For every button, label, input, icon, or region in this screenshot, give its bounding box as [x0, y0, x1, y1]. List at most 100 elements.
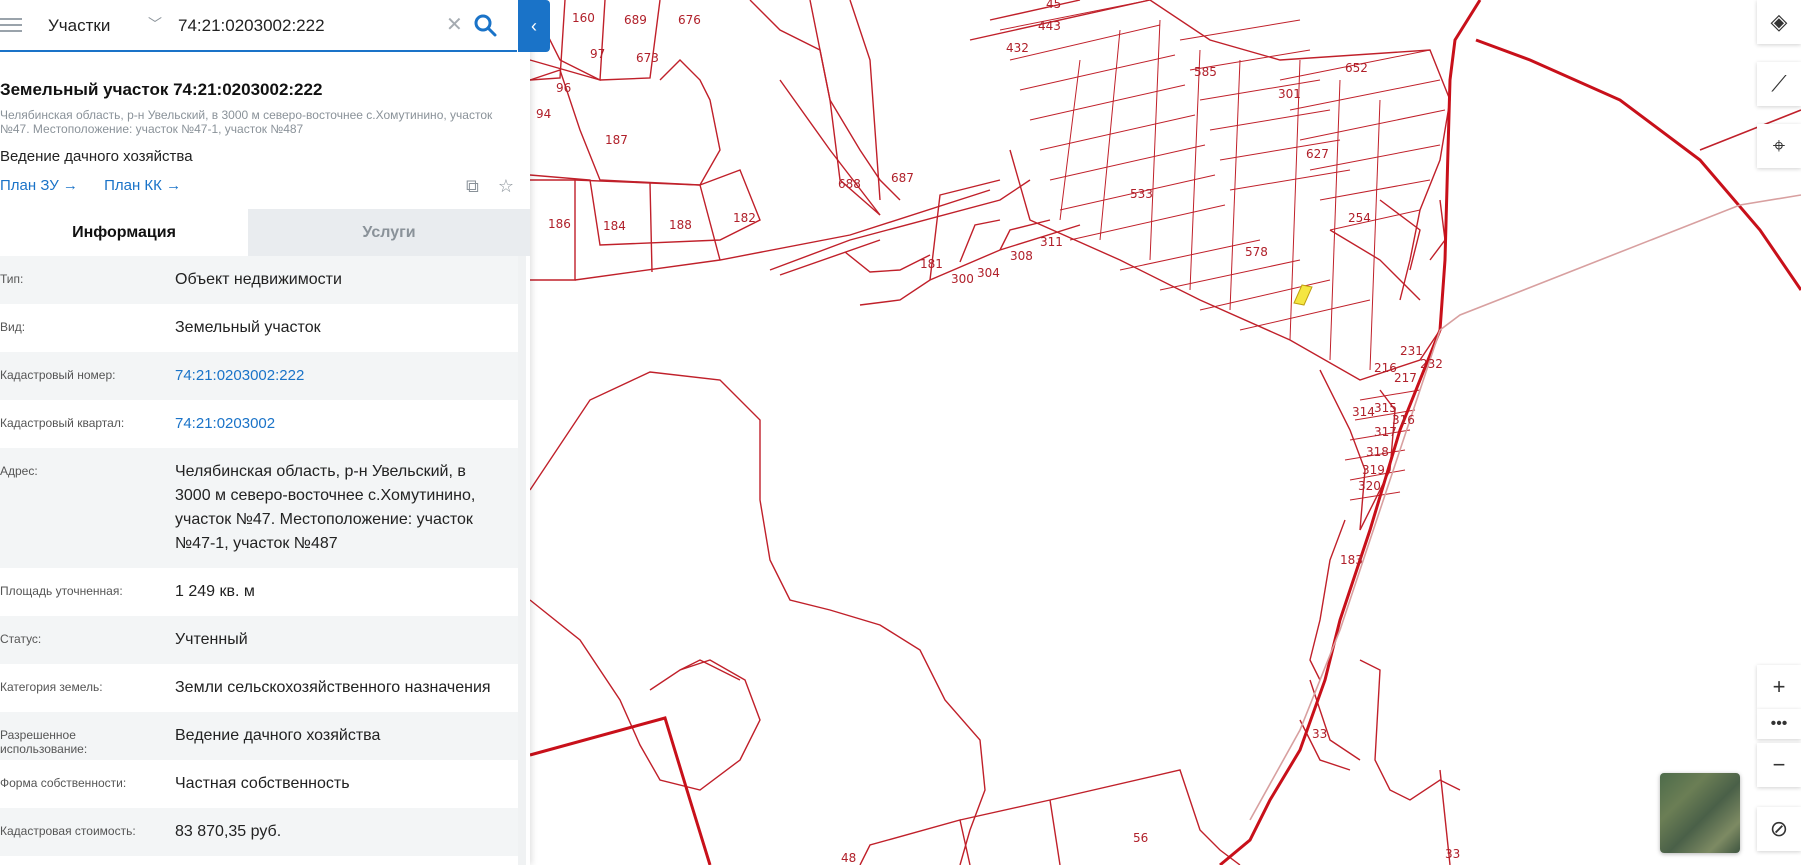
row-label: Разрешенное использование: — [0, 728, 88, 756]
map-label: 56 — [1133, 831, 1148, 845]
satellite-layer-toggle[interactable] — [1660, 773, 1740, 853]
map-label: 578 — [1245, 245, 1268, 259]
map-label: 232 — [1420, 357, 1443, 371]
search-icon[interactable] — [472, 12, 498, 38]
info-row: Кадастровый квартал: 74:21:0203002 — [0, 400, 518, 448]
map-label: 676 — [678, 13, 701, 27]
parcel-use: Ведение дачного хозяйства — [0, 148, 193, 165]
map-label: 160 — [572, 11, 595, 25]
row-label: Категория земель: — [0, 680, 103, 694]
row-value: 1 249 кв. м — [175, 583, 255, 600]
star-icon[interactable]: ☆ — [498, 176, 514, 196]
cadastral-number-link[interactable]: 74:21:0203002:222 — [175, 364, 505, 388]
tab-info[interactable]: Информация — [0, 209, 248, 256]
cadastral-quarter-link[interactable]: 74:21:0203002 — [175, 412, 505, 436]
map-label: 652 — [1345, 61, 1368, 75]
map-label: 187 — [605, 133, 628, 147]
map-label: 184 — [603, 219, 626, 233]
info-row: Категория земель: Земли сельскохозяйстве… — [0, 664, 518, 712]
map-label: 687 — [891, 171, 914, 185]
map-label: 443 — [1038, 19, 1061, 33]
map-label: 319 — [1362, 463, 1385, 477]
info-row: Тип: Объект недвижимости — [0, 256, 518, 304]
map-label: 689 — [624, 13, 647, 27]
row-label: Кадастровый квартал: — [0, 416, 125, 430]
tabs: Информация Услуги — [0, 209, 530, 256]
info-row: Вид: Земельный участок — [0, 304, 518, 352]
map-label: 183 — [1340, 553, 1363, 567]
map-label: 188 — [669, 218, 692, 232]
scrollbar[interactable] — [518, 256, 526, 865]
zoom-out-button[interactable]: − — [1757, 743, 1801, 787]
map-label: 300 — [951, 272, 974, 286]
clear-icon[interactable]: ✕ — [446, 12, 463, 37]
map-label: 688 — [838, 177, 861, 191]
zoom-in-icon: + — [1772, 674, 1786, 699]
more-button[interactable]: ••• — [1757, 709, 1801, 739]
tab-services[interactable]: Услуги — [248, 209, 530, 256]
row-label: Кадастровый номер: — [0, 368, 116, 382]
info-row: Площадь уточненная: 1 249 кв. м — [0, 568, 518, 616]
info-row: Кадастровый номер: 74:21:0203002:222 — [0, 352, 518, 400]
info-row: Кадастровая стоимость: 83 870,35 руб. — [0, 808, 518, 856]
zoom-in-button[interactable]: + — [1757, 665, 1801, 709]
compass-icon: ⊘ — [1769, 816, 1789, 841]
map-label: 94 — [536, 107, 551, 121]
chevron-down-icon[interactable]: ﹀ — [148, 14, 162, 34]
search-bar: Участки ﹀ 74:21:0203002:222 ✕ — [0, 0, 517, 52]
map-label: 186 — [548, 217, 571, 231]
map-label: 432 — [1006, 41, 1029, 55]
row-label: Тип: — [0, 272, 24, 286]
map-label: 231 — [1400, 344, 1423, 358]
map-label: 311 — [1040, 235, 1063, 249]
row-value: Земли сельскохозяйственного назначения — [175, 679, 491, 696]
map-label: 304 — [977, 266, 1000, 280]
row-value: Челябинская область, р-н Увельский, в 30… — [175, 463, 476, 552]
row-value: Земельный участок — [175, 319, 321, 336]
ruler-button[interactable]: ⟋ — [1757, 62, 1801, 106]
parcel-tools: ⧉ ☆ — [452, 176, 514, 197]
map-label: 217 — [1394, 371, 1417, 385]
map-label: 33 — [1445, 847, 1460, 861]
search-input[interactable]: 74:21:0203002:222 — [178, 16, 325, 36]
ruler-icon: ⟋ — [1771, 71, 1787, 96]
row-value: 83 870,35 руб. — [175, 823, 282, 840]
map-label: 585 — [1194, 65, 1217, 79]
plan-kk-link[interactable]: План КК → — [104, 177, 181, 194]
map-label: 317 — [1374, 425, 1397, 439]
locate-icon: ⌖ — [1772, 133, 1786, 158]
row-label: Адрес: — [0, 464, 38, 478]
info-row: Форма собственности: Частная собственнос… — [0, 760, 518, 808]
map-label: 182 — [733, 211, 756, 225]
map-label: 181 — [920, 257, 943, 271]
row-value: Частная собственность — [175, 775, 350, 792]
layers-icon: ◈ — [1770, 9, 1788, 34]
map-label: 314 — [1352, 405, 1375, 419]
row-value: Объект недвижимости — [175, 271, 342, 288]
map-label: 96 — [556, 81, 571, 95]
map-label: 48 — [841, 851, 856, 865]
map-label: 308 — [1010, 249, 1033, 263]
info-row: Статус: Учтенный — [0, 616, 518, 664]
info-panel: Участки ﹀ 74:21:0203002:222 ✕ Земельный … — [0, 0, 530, 865]
map-label: 45 — [1046, 0, 1061, 11]
map-label: 627 — [1306, 147, 1329, 161]
locate-button[interactable]: ⌖ — [1757, 124, 1801, 168]
menu-icon[interactable] — [0, 14, 22, 32]
row-value: Учтенный — [175, 631, 248, 648]
search-mode-select[interactable]: Участки — [48, 16, 110, 36]
map-label: 320 — [1358, 479, 1381, 493]
info-row: Адрес: Челябинская область, р-н Увельски… — [0, 448, 518, 568]
row-label: Кадастровая стоимость: — [0, 824, 136, 838]
row-label: Форма собственности: — [0, 776, 127, 790]
preview-icon[interactable]: ⧉ — [466, 176, 479, 196]
plan-zu-link[interactable]: План ЗУ → — [0, 177, 78, 194]
map-label: 97 — [590, 47, 605, 61]
map-label: 301 — [1278, 87, 1301, 101]
collapse-panel-button[interactable]: ‹ — [518, 0, 550, 52]
compass-button[interactable]: ⊘ — [1757, 807, 1801, 851]
layers-button[interactable]: ◈ — [1757, 0, 1801, 44]
parcel-address: Челябинская область, р-н Увельский, в 30… — [0, 108, 493, 136]
map-label: 254 — [1348, 211, 1371, 225]
row-label: Вид: — [0, 320, 26, 334]
